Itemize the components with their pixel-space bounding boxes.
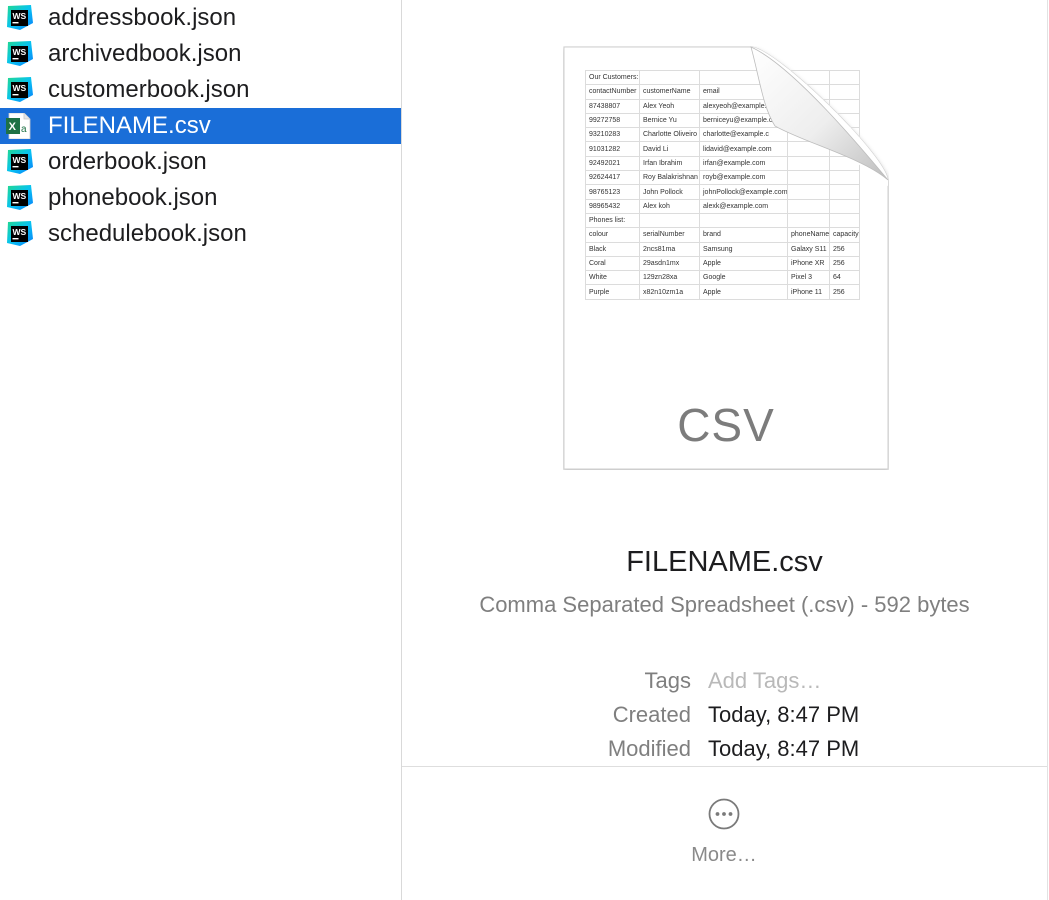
file-name-label: customerbook.json [48, 76, 250, 103]
file-row-filename-csv[interactable]: X a FILENAME.csv [0, 108, 401, 144]
modified-value: Today, 8:47 PM [708, 736, 860, 761]
svg-text:WS: WS [13, 47, 27, 57]
file-name-label: phonebook.json [48, 184, 218, 211]
svg-text:WS: WS [13, 191, 27, 201]
preview-pane: Our Customers: contactNumber customerName e… [402, 0, 1047, 900]
excel-csv-icon: X a [6, 112, 34, 140]
tags-label: Tags [644, 668, 691, 693]
more-button[interactable]: More… [674, 794, 774, 874]
file-name-label: orderbook.json [48, 148, 207, 175]
webstorm-icon: WS [6, 5, 34, 31]
svg-text:WS: WS [13, 227, 27, 237]
svg-text:WS: WS [13, 11, 27, 21]
tags-row: Tags Add Tags… [402, 668, 1047, 698]
webstorm-icon: WS [6, 149, 34, 175]
modified-row: Modified Today, 8:47 PM [402, 736, 1047, 766]
svg-text:X: X [9, 121, 17, 133]
webstorm-icon: WS [6, 221, 34, 247]
webstorm-icon: WS [6, 41, 34, 67]
file-row-addressbook[interactable]: WS addressbook.json [0, 0, 401, 36]
created-row: Created Today, 8:47 PM [402, 702, 1047, 732]
section-divider [402, 766, 1047, 767]
more-label: More… [691, 844, 757, 866]
file-type-label: CSV [677, 399, 775, 451]
file-row-archivedbook[interactable]: WS archivedbook.json [0, 36, 401, 72]
file-thumbnail: Our Customers: contactNumber customerName e… [563, 46, 889, 470]
created-value: Today, 8:47 PM [708, 702, 860, 727]
file-row-phonebook[interactable]: WS phonebook.json [0, 180, 401, 216]
svg-text:WS: WS [13, 155, 27, 165]
file-kind-size: Comma Separated Spreadsheet (.csv) - 592… [479, 592, 970, 617]
window-edge [1047, 0, 1048, 900]
file-name-label: schedulebook.json [48, 220, 247, 247]
file-list: WS addressbook.json WS archivedbook.json… [0, 0, 401, 900]
svg-text:a: a [21, 124, 27, 135]
webstorm-icon: WS [6, 185, 34, 211]
preview-file-name: FILENAME.csv [626, 546, 823, 578]
file-name-label: addressbook.json [48, 4, 237, 31]
file-name-label: FILENAME.csv [48, 112, 211, 139]
created-label: Created [612, 702, 691, 727]
file-row-schedulebook[interactable]: WS schedulebook.json [0, 216, 401, 252]
modified-label: Modified [607, 736, 691, 761]
file-name-label: archivedbook.json [48, 40, 242, 67]
svg-text:WS: WS [13, 83, 27, 93]
ellipsis-circle-icon [708, 798, 740, 830]
webstorm-icon: WS [6, 77, 34, 103]
file-row-customerbook[interactable]: WS customerbook.json [0, 72, 401, 108]
file-row-orderbook[interactable]: WS orderbook.json [0, 144, 401, 180]
add-tags-field[interactable]: Add Tags… [708, 668, 821, 694]
